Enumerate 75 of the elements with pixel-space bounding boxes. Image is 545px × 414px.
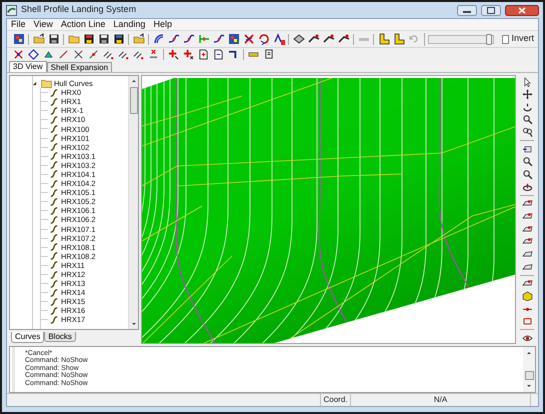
slider-track[interactable]	[428, 34, 494, 44]
cross-icon[interactable]	[73, 49, 84, 60]
tool-icon[interactable]	[338, 33, 350, 45]
tab[interactable]: Curves	[11, 332, 44, 343]
close-button[interactable]	[505, 4, 539, 16]
scroll-thumb[interactable]	[130, 87, 138, 114]
magnifier-icon[interactable]	[522, 169, 532, 180]
curve-icon[interactable]	[168, 33, 180, 45]
move-icon[interactable]	[522, 89, 532, 100]
tool-icon[interactable]	[322, 33, 334, 45]
curve-icon[interactable]	[152, 33, 164, 45]
tab[interactable]: Blocks	[44, 332, 76, 342]
slash-icon[interactable]	[118, 49, 129, 60]
folder-icon[interactable]	[32, 33, 44, 45]
menu-item[interactable]: View	[34, 18, 53, 32]
menu-item[interactable]: File	[11, 18, 26, 32]
line-icon[interactable]	[58, 49, 69, 60]
invert-label: Invert	[511, 32, 534, 46]
app-icon	[6, 4, 17, 16]
scrollbar[interactable]	[523, 347, 535, 392]
bracket-icon[interactable]	[378, 33, 390, 45]
tool-icon[interactable]	[308, 33, 320, 45]
curve-icon[interactable]	[182, 33, 194, 45]
folder-icon[interactable]	[132, 33, 144, 45]
magnifier-icon[interactable]	[522, 114, 532, 126]
frame-icon[interactable]	[522, 316, 532, 327]
scroll-down-icon[interactable]	[130, 321, 136, 327]
scroll-thumb[interactable]	[524, 371, 534, 380]
plus-icon[interactable]	[183, 49, 194, 60]
menu-item[interactable]: Help	[153, 18, 172, 32]
cube-icon[interactable]	[522, 290, 532, 302]
floppy-icon[interactable]	[82, 33, 94, 45]
floppy-icon[interactable]	[48, 33, 60, 45]
status-text: Coord.	[321, 394, 351, 406]
status-text: N/A	[351, 394, 531, 406]
page-icon[interactable]	[198, 49, 209, 60]
window-icon[interactable]	[522, 144, 532, 154]
plus-icon[interactable]	[168, 49, 179, 60]
cross-icon[interactable]	[242, 33, 254, 45]
pyramid-icon[interactable]	[43, 49, 54, 60]
bracket-icon[interactable]	[392, 33, 404, 45]
cross-icon[interactable]	[148, 49, 159, 60]
cursor-icon[interactable]	[522, 76, 532, 88]
document-icon[interactable]	[263, 49, 274, 60]
scrollbar[interactable]	[128, 76, 138, 329]
grid-icon[interactable]	[12, 33, 24, 45]
curve-icon[interactable]	[212, 33, 224, 45]
curve-icon[interactable]	[272, 33, 284, 45]
maximize-button[interactable]	[481, 4, 501, 16]
line-icon[interactable]	[88, 49, 99, 60]
plate-icon[interactable]	[292, 33, 304, 45]
slash-icon[interactable]	[103, 49, 114, 60]
scroll-down-icon[interactable]	[526, 383, 532, 389]
invert-checkbox[interactable]	[502, 34, 510, 44]
floppy-icon[interactable]	[112, 33, 124, 45]
magnifier-icon[interactable]	[522, 156, 532, 168]
scroll-up-icon[interactable]	[526, 350, 532, 356]
scroll-up-icon[interactable]	[130, 78, 136, 84]
grid-icon[interactable]	[228, 33, 240, 45]
cross-icon[interactable]	[13, 49, 24, 60]
floppy-icon[interactable]	[98, 33, 110, 45]
magnifier-icon[interactable]	[522, 127, 532, 138]
eye-icon[interactable]	[522, 332, 532, 344]
menu-item[interactable]: Landing	[113, 18, 146, 32]
page-icon[interactable]	[213, 49, 224, 60]
diamond-icon[interactable]	[28, 49, 39, 60]
tab[interactable]: Shell Expansion	[46, 62, 112, 72]
hull-surface-drawing[interactable]	[142, 76, 515, 343]
minimize-button[interactable]	[457, 4, 477, 16]
window-title: Shell Profile Landing System	[21, 3, 136, 16]
menu-item[interactable]: Action Line	[60, 18, 106, 32]
slash-icon[interactable]	[133, 49, 144, 60]
slider-thumb[interactable]	[486, 34, 492, 44]
tab[interactable]: 3D View	[9, 61, 47, 72]
folder-icon	[41, 79, 52, 88]
